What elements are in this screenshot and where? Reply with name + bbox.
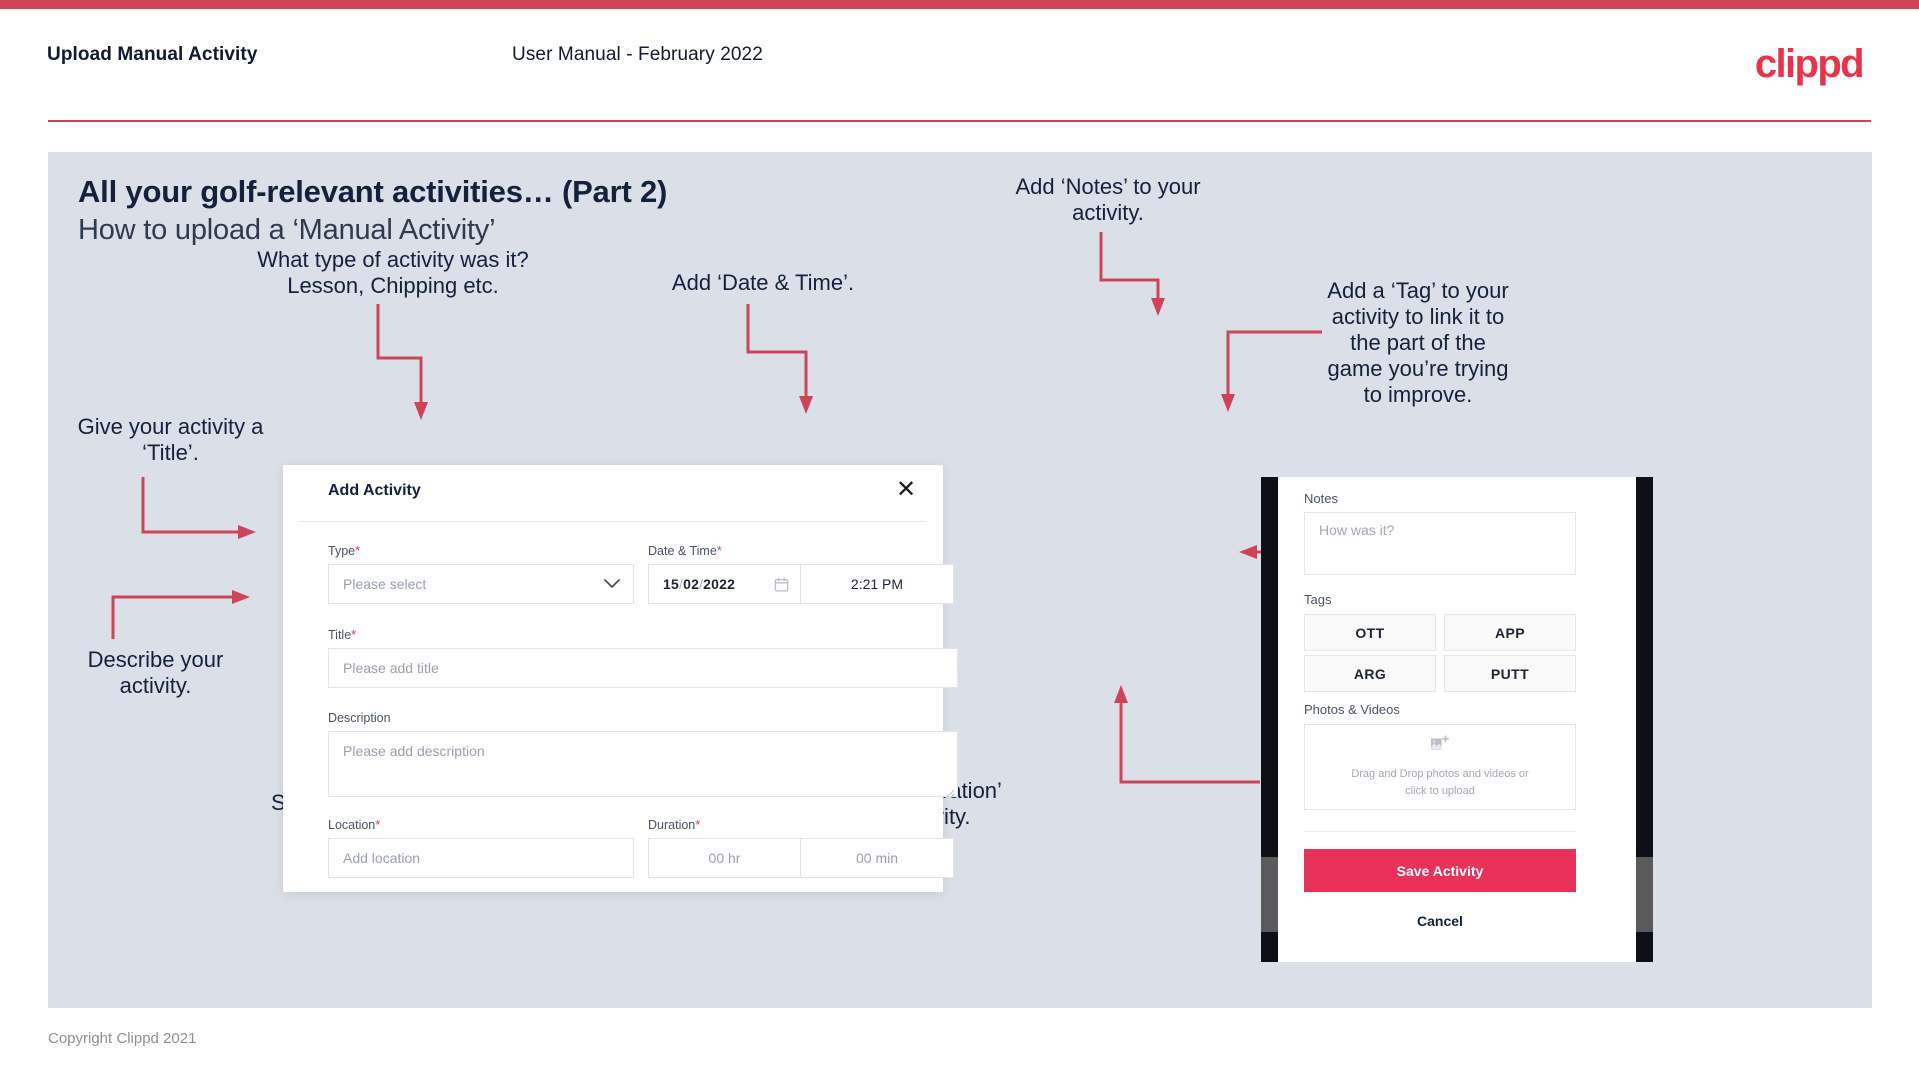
title-input[interactable]: Please add title [328, 648, 958, 688]
phone-divider [1304, 831, 1576, 832]
footer-copyright: Copyright Clippd 2021 [48, 1030, 197, 1047]
tag-button-ott[interactable]: OTT [1304, 614, 1436, 651]
phone-bezel-right [1636, 477, 1653, 962]
time-input[interactable]: 2:21 PM [801, 564, 954, 604]
description-textarea[interactable]: Please add description [328, 731, 958, 798]
type-placeholder: Please select [343, 576, 427, 592]
phone-mockup: Notes How was it? Tags OTT APP ARG PUTT … [1261, 477, 1653, 962]
annotation-type: What type of activity was it? Lesson, Ch… [257, 247, 529, 298]
dropzone-line-1: Drag and Drop photos and videos or [1351, 768, 1529, 781]
page-subtitle: How to upload a ‘Manual Activity’ [78, 214, 496, 246]
title-field-group: Title* Please add title [328, 627, 958, 688]
dialog-title: Add Activity [328, 482, 421, 499]
title-label: Title* [328, 627, 357, 642]
tag-button-putt[interactable]: PUTT [1444, 655, 1576, 692]
calendar-icon[interactable] [774, 577, 789, 592]
duration-minutes-placeholder: 00 min [855, 850, 899, 866]
location-input[interactable]: Add location [328, 838, 634, 878]
photo-upload-dropzone[interactable]: Drag and Drop photos and videos or click… [1304, 724, 1576, 810]
annotation-title: Give your activity a ‘Title’. [77, 414, 264, 465]
type-select[interactable]: Please select [328, 564, 634, 604]
dialog-header: Add Activity ✕ [283, 465, 943, 521]
duration-minutes-input[interactable]: 00 min [801, 838, 954, 878]
date-input[interactable]: 15/02/2022 [648, 564, 801, 604]
date-value: 15/02/2022 [663, 576, 736, 592]
notes-input[interactable]: How was it? [1304, 512, 1576, 575]
tag-button-arg[interactable]: ARG [1304, 655, 1436, 692]
required-marker: * [375, 817, 381, 832]
duration-field-group: Duration* 00 hr 00 min [648, 817, 954, 878]
duration-hours-input[interactable]: 00 hr [648, 838, 801, 878]
annotation-tag: Add a ‘Tag’ to your activity to link it … [1327, 278, 1509, 407]
tags-label: Tags [1304, 592, 1332, 607]
clippd-logo: clippd [1754, 42, 1865, 86]
dialog-divider [299, 521, 927, 522]
time-value: 2:21 PM [850, 576, 904, 592]
phone-bezel-left [1261, 477, 1278, 962]
save-activity-button[interactable]: Save Activity [1304, 849, 1576, 892]
description-label: Description [328, 711, 391, 725]
notes-label: Notes [1304, 491, 1338, 506]
dropzone-line-2: click to upload [1405, 784, 1475, 797]
header-divider [48, 120, 1871, 122]
chevron-down-icon [604, 577, 620, 591]
add-activity-dialog: Add Activity ✕ Type* Please select Date … [283, 465, 958, 892]
header-subtitle: User Manual - February 2022 [512, 44, 763, 65]
slide-page: Upload Manual Activity User Manual - Feb… [0, 0, 1919, 1079]
slide-canvas: All your golf-relevant activities… (Part… [48, 152, 1872, 1008]
phone-side-button-left [1261, 857, 1278, 932]
type-field-group: Type* Please select [328, 543, 634, 604]
phone-screen: Notes How was it? Tags OTT APP ARG PUTT … [1278, 477, 1636, 962]
required-marker: * [695, 817, 701, 832]
top-accent-bar [0, 0, 1919, 9]
required-marker: * [355, 543, 361, 558]
duration-label: Duration* [648, 817, 701, 832]
duration-hours-placeholder: 00 hr [708, 850, 741, 866]
annotation-datetime: Add ‘Date & Time’. [671, 270, 855, 295]
tag-button-app[interactable]: APP [1444, 614, 1576, 651]
required-marker: * [716, 543, 722, 558]
location-field-group: Location* Add location [328, 817, 634, 878]
location-placeholder: Add location [343, 850, 421, 866]
description-placeholder: Please add description [343, 743, 485, 759]
close-icon[interactable]: ✕ [893, 477, 919, 503]
cancel-button[interactable]: Cancel [1304, 902, 1576, 940]
description-field-group: Description Please add description [328, 711, 958, 798]
annotation-description: Describe your activity. [87, 647, 224, 698]
annotation-notes: Add ‘Notes’ to your activity. [1015, 174, 1201, 225]
duration-controls: 00 hr 00 min [648, 838, 954, 878]
header-title: Upload Manual Activity [47, 44, 258, 65]
datetime-controls: 15/02/2022 2:21 PM [648, 564, 954, 604]
phone-side-button-right [1636, 857, 1653, 932]
notes-placeholder: How was it? [1319, 522, 1395, 538]
location-label: Location* [328, 817, 381, 832]
datetime-field-group: Date & Time* 15/02/2022 2:21 PM [648, 543, 954, 604]
add-image-icon [1430, 735, 1450, 759]
datetime-label: Date & Time* [648, 543, 722, 558]
resize-handle-icon[interactable] [946, 785, 955, 798]
title-placeholder: Please add title [343, 660, 439, 676]
photos-videos-label: Photos & Videos [1304, 702, 1400, 717]
required-marker: * [351, 627, 357, 642]
page-title: All your golf-relevant activities… (Part… [78, 174, 668, 209]
type-label: Type* [328, 543, 361, 558]
